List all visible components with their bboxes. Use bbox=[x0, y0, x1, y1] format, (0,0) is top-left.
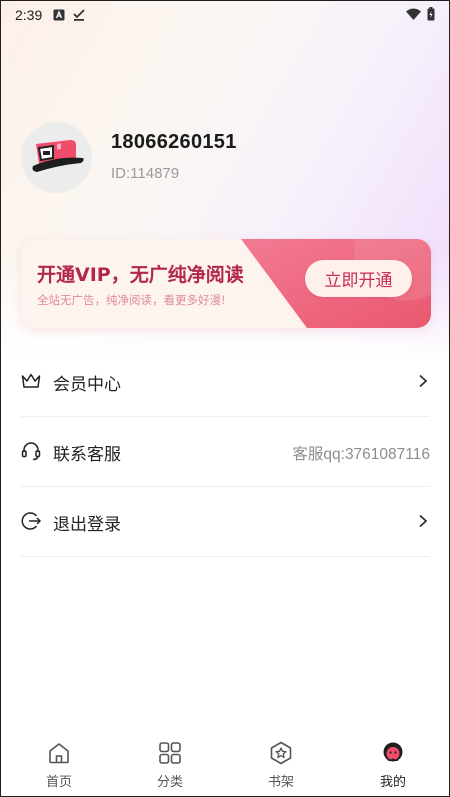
tab-home[interactable]: 首页 bbox=[3, 736, 115, 796]
grid-icon bbox=[159, 742, 181, 764]
menu-item-member-center[interactable]: 会员中心 bbox=[21, 347, 430, 417]
tab-bookshelf[interactable]: 书架 bbox=[225, 736, 337, 796]
user-id: ID:114879 bbox=[111, 165, 180, 182]
tab-label: 书架 bbox=[267, 775, 294, 790]
download-done-icon bbox=[73, 9, 85, 21]
menu-item-label: 联系客服 bbox=[53, 445, 121, 465]
tab-category[interactable]: 分类 bbox=[114, 736, 226, 796]
logout-icon bbox=[21, 512, 41, 530]
notification-app-icon bbox=[53, 9, 65, 21]
chevron-right-icon bbox=[419, 374, 428, 388]
battery-icon bbox=[427, 7, 435, 21]
wifi-icon bbox=[406, 8, 421, 20]
vip-subtitle: 全站无广告，纯净阅读，看更多好漫! bbox=[37, 293, 226, 307]
settings-menu: 会员中心 联系客服 客服qq:3761087116 退出登录 bbox=[21, 347, 430, 557]
tab-label: 首页 bbox=[45, 775, 72, 790]
status-bar: 2:39 bbox=[1, 1, 449, 29]
headset-icon bbox=[21, 442, 41, 461]
home-icon bbox=[49, 743, 69, 764]
avatar[interactable] bbox=[21, 122, 92, 193]
menu-item-logout[interactable]: 退出登录 bbox=[21, 487, 430, 557]
tab-mine[interactable]: 我的 bbox=[337, 736, 449, 796]
hat-logo-icon bbox=[32, 139, 84, 172]
crown-icon bbox=[21, 373, 41, 388]
bottom-tab-bar: 首页 分类 书架 我的 bbox=[1, 736, 449, 796]
profile-face-icon bbox=[383, 742, 403, 762]
app-screen: 2:39 18066260151 ID:114879 开通VIP，无广纯净阅读 … bbox=[0, 0, 450, 797]
chevron-right-icon bbox=[419, 514, 428, 528]
user-phone: 18066260151 bbox=[111, 131, 237, 153]
status-time: 2:39 bbox=[15, 7, 43, 23]
menu-item-label: 会员中心 bbox=[53, 375, 121, 395]
menu-item-contact-support[interactable]: 联系客服 客服qq:3761087116 bbox=[21, 417, 430, 487]
vip-banner[interactable]: 开通VIP，无广纯净阅读 全站无广告，纯净阅读，看更多好漫! 立即开通 bbox=[21, 239, 431, 328]
menu-item-label: 退出登录 bbox=[53, 515, 121, 535]
star-badge-icon bbox=[270, 741, 292, 765]
vip-title: 开通VIP，无广纯净阅读 bbox=[37, 264, 244, 286]
tab-label: 我的 bbox=[379, 775, 406, 790]
open-vip-button[interactable]: 立即开通 bbox=[305, 260, 412, 297]
tab-label: 分类 bbox=[156, 775, 183, 790]
support-qq: 客服qq:3761087116 bbox=[292, 446, 430, 463]
